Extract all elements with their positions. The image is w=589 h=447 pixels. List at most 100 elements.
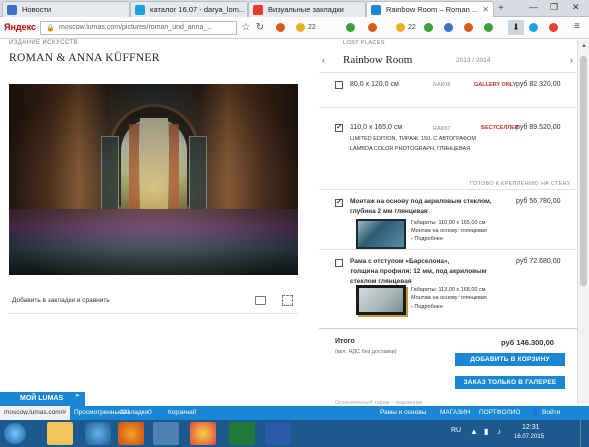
tab-catalog[interactable]: каталог 16.07 - darya_lom...: [130, 1, 248, 17]
language-indicator[interactable]: RU: [451, 427, 461, 434]
maximize-icon[interactable]: ❐: [550, 2, 558, 13]
extension-icon[interactable]: [424, 23, 433, 32]
artwork-title: Rainbow Room: [343, 54, 413, 66]
minimize-icon[interactable]: —: [529, 2, 538, 12]
yandex-favicon-icon: [253, 5, 263, 15]
taskbar: RU ▲ ▮ ♪ 12:31 16.07.2015: [0, 420, 589, 447]
close-window-icon[interactable]: ✕: [572, 2, 580, 13]
purchase-pane: LOST PLACES ‹ Rainbow Room 2013 / 2014 ›…: [319, 40, 577, 406]
more-details-link[interactable]: › Подробнее: [411, 236, 443, 242]
chevron-left-icon[interactable]: ‹: [322, 55, 325, 65]
address-bar-row: Яндекс 🔒 moscow.lumas.com/pictures/roman…: [0, 17, 589, 39]
extension-icon[interactable]: [464, 23, 473, 32]
gallery-order-button[interactable]: ЗАКАЗ ТОЛЬКО В ГАЛЕРЕЕ: [455, 376, 565, 389]
tray-arrow-icon[interactable]: ▲: [470, 427, 478, 436]
news-favicon-icon: [7, 5, 17, 15]
extension-icon[interactable]: [368, 23, 377, 32]
product-code: RAK07: [433, 126, 451, 132]
edition-subtitle: ИЗДАНИЕ ИСКУССТВ: [9, 40, 78, 46]
mount-dimensions: Габариты: 113,00 x 168,00 см: [411, 287, 486, 293]
firefox-icon[interactable]: [118, 422, 144, 445]
menu-icon[interactable]: ≡: [574, 21, 580, 32]
tab-bookmarks[interactable]: Визуальные закладки: [248, 1, 366, 17]
size-option-label: 80,0 x 120,0 см: [350, 81, 399, 88]
skype-icon[interactable]: [529, 23, 538, 32]
artwork-image[interactable]: [9, 84, 298, 275]
weather-value: 22: [408, 24, 416, 31]
bookmarks-link[interactable]: Закладки0: [120, 406, 152, 420]
tab-label: Новости: [22, 5, 52, 14]
weather-icon[interactable]: [396, 23, 405, 32]
mount-option-checkbox[interactable]: [335, 197, 343, 207]
weather-icon[interactable]: [296, 23, 305, 32]
app-icon[interactable]: [153, 422, 179, 445]
explorer-icon[interactable]: [47, 422, 73, 445]
tab-rainbow-room[interactable]: Rainbow Room – Roman ... ✕: [366, 1, 494, 18]
frames-link[interactable]: Рамы и основы: [380, 406, 426, 420]
login-link[interactable]: Войти: [542, 406, 560, 420]
mount-option-checkbox[interactable]: [335, 259, 343, 267]
add-to-cart-button[interactable]: ДОБАВИТЬ В КОРЗИНУ: [455, 353, 565, 366]
mount-surface: Монтаж на основу: глянцевая: [411, 295, 487, 301]
chevron-right-icon: ›: [411, 236, 413, 242]
clock-time[interactable]: 12:31: [522, 424, 540, 431]
tab-news[interactable]: Новости: [2, 1, 130, 17]
extension-icon[interactable]: [276, 23, 285, 32]
divider: [319, 72, 577, 73]
volume-icon[interactable]: ♪: [497, 427, 501, 436]
bestseller-badge: БЕСТСЕЛЛЕР: [481, 125, 519, 131]
excel-icon[interactable]: [229, 422, 255, 445]
bookmark-star-icon[interactable]: ☆: [239, 21, 253, 35]
breadcrumb[interactable]: LOST PLACES: [343, 40, 385, 46]
mount-option-title: глубина 2 мм глянцевая: [350, 208, 428, 215]
barcelona-frame-preview: [356, 285, 406, 315]
edition-description: LIMITED EDITION, ТИРАЖ: 150, С АВТОГРАФО…: [350, 136, 476, 142]
fullscreen-icon[interactable]: [282, 295, 293, 306]
size-option-label: 110,0 x 165,0 см: [350, 124, 403, 131]
yandex-browser-icon[interactable]: [190, 422, 216, 445]
extension-icon[interactable]: [484, 23, 493, 32]
mail-favicon-icon: [135, 5, 145, 15]
gallery-only-badge: GALLERY ONLY: [474, 82, 517, 88]
address-field[interactable]: 🔒 moscow.lumas.com/pictures/roman_und_an…: [40, 21, 237, 35]
extension-icon[interactable]: [549, 23, 558, 32]
mount-option-title: Рама с отступом «Барселона»,: [350, 258, 450, 265]
artist-name[interactable]: ROMAN & ANNA KÜFFNER: [9, 52, 160, 64]
show-desktop-button[interactable]: [580, 420, 589, 447]
extension-icon[interactable]: [444, 23, 453, 32]
mount-option-title: толщина профиля: 12 мм, под акриловым: [350, 268, 487, 275]
start-button-icon[interactable]: [4, 423, 26, 444]
tab-label: Визуальные закладки: [268, 5, 344, 14]
add-to-bookmarks-link[interactable]: Добавить в закладки и сравнить: [12, 297, 110, 304]
artwork-pane: ИЗДАНИЕ ИСКУССТВ ROMAN & ANNA KÜFFNER До…: [0, 40, 319, 404]
extension-icon[interactable]: [346, 23, 355, 32]
cart-link[interactable]: Корзина0: [168, 406, 196, 420]
shop-link[interactable]: МАГАЗИН: [440, 406, 470, 420]
size-option-checkbox[interactable]: [335, 81, 343, 89]
mount-option-price: руб 56.780,00: [516, 198, 561, 205]
total-label: Итого: [335, 338, 355, 345]
scroll-thumb[interactable]: [580, 56, 587, 286]
yandex-logo[interactable]: Яндекс: [4, 22, 36, 32]
network-icon[interactable]: ▮: [484, 427, 488, 436]
ie-icon[interactable]: [85, 422, 111, 445]
new-tab-icon[interactable]: +: [498, 3, 510, 14]
scroll-up-icon[interactable]: ▲: [581, 43, 587, 49]
size-option-checkbox[interactable]: [335, 122, 343, 132]
more-details-link[interactable]: › Подробнее: [411, 304, 443, 310]
chevron-right-icon[interactable]: ›: [570, 55, 573, 65]
close-tab-icon[interactable]: ✕: [482, 2, 489, 18]
word-icon[interactable]: [265, 422, 291, 445]
refresh-icon[interactable]: ↻: [253, 21, 267, 35]
portfolio-link[interactable]: ПОРТФОЛИО: [479, 406, 520, 420]
print-icon[interactable]: [255, 296, 266, 305]
mount-option-title: Монтаж на основу под акриловым стеклом,: [350, 198, 492, 205]
scrollbar[interactable]: ▲: [577, 40, 589, 404]
divider: [319, 249, 577, 250]
total-value: руб 146.300,00: [501, 338, 554, 347]
clock-date[interactable]: 16.07.2015: [514, 434, 544, 440]
print-type-description: LAMBDA COLOR PHOTOGRAPH, ГЛЯНЦЕВАЯ: [350, 146, 471, 152]
my-lumas-tab[interactable]: МОЙ LUMAS ⌃: [0, 392, 85, 406]
download-icon[interactable]: ⬇: [508, 20, 524, 35]
product-code: RAK08: [433, 82, 451, 88]
